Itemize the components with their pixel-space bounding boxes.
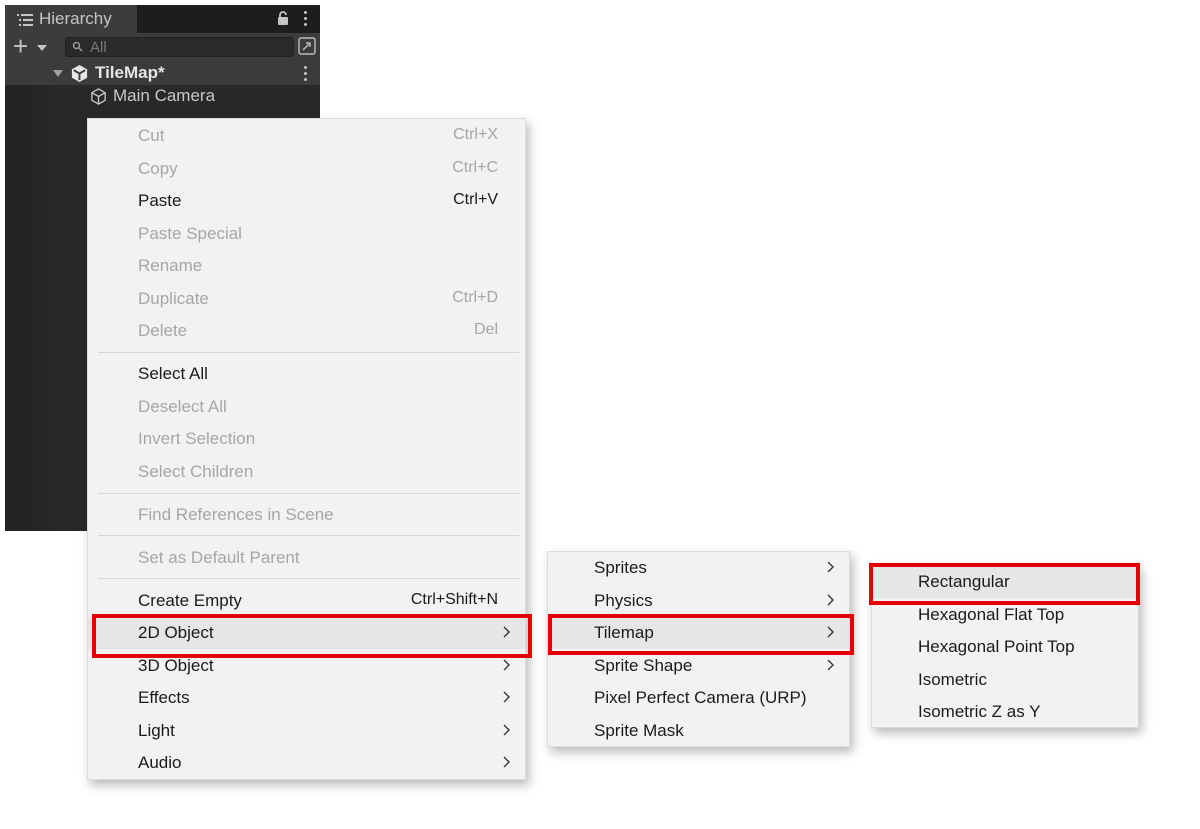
menu-separator	[98, 493, 519, 494]
menu-item-label: Isometric Z as Y	[918, 702, 1041, 721]
menu-item-label: Physics	[594, 591, 653, 610]
menu-item-select-all[interactable]: Select All	[88, 358, 525, 390]
menu-item-shortcut: Ctrl+C	[452, 159, 498, 176]
scene-name: TileMap*	[95, 63, 165, 82]
menu-item-label: Sprite Shape	[594, 656, 693, 675]
menu-item-label: Light	[138, 721, 175, 740]
chevron-right-icon	[503, 691, 510, 703]
menu-item-label: Sprites	[594, 558, 647, 577]
dropdown-caret-icon	[37, 45, 47, 51]
menu-item-label: Delete	[138, 321, 188, 340]
menu-item-create-empty[interactable]: Create Empty Ctrl+Shift+N	[88, 585, 525, 617]
scene-filter-icon[interactable]	[298, 37, 316, 55]
chevron-right-icon	[503, 756, 510, 768]
menu-item-shortcut: Ctrl+Shift+N	[410, 591, 498, 608]
menu-item-label: Pixel Perfect Camera (URP)	[594, 688, 807, 707]
highlight-box-2d-object	[92, 614, 532, 658]
menu-item-label: Create Empty	[138, 591, 242, 610]
menu-item-label: Effects	[138, 688, 190, 707]
menu-item-paste-special[interactable]: Paste Special	[88, 218, 525, 250]
hierarchy-toolbar: +	[5, 32, 320, 62]
menu-item-pixel-perfect-camera[interactable]: Pixel Perfect Camera (URP)	[548, 682, 849, 714]
menu-item-cut[interactable]: Cut Ctrl+X	[88, 120, 525, 152]
scene-options-icon[interactable]	[304, 66, 308, 82]
lock-icon[interactable]	[277, 11, 289, 25]
menu-item-label: Paste	[138, 191, 182, 210]
menu-item-isometric-z-as-y[interactable]: Isometric Z as Y	[872, 696, 1138, 728]
menu-item-label: Select Children	[138, 462, 254, 481]
menu-item-label: Sprite Mask	[594, 721, 684, 740]
menu-item-light[interactable]: Light	[88, 715, 525, 747]
menu-item-deselect-all[interactable]: Deselect All	[88, 391, 525, 423]
search-input[interactable]	[90, 38, 290, 56]
plus-icon: +	[13, 31, 29, 61]
menu-item-shortcut: Del	[473, 321, 498, 338]
menu-item-set-default-parent[interactable]: Set as Default Parent	[88, 542, 525, 574]
menu-separator	[98, 352, 519, 353]
menu-item-paste[interactable]: Paste Ctrl+V	[88, 185, 525, 217]
menu-item-label: Invert Selection	[138, 429, 256, 448]
menu-item-find-references[interactable]: Find References in Scene	[88, 499, 525, 531]
chevron-right-icon	[827, 561, 834, 573]
search-box	[65, 37, 294, 57]
search-icon	[72, 41, 83, 52]
menu-item-shortcut: Ctrl+D	[452, 289, 498, 306]
menu-item-delete[interactable]: Delete Del	[88, 315, 525, 347]
expand-triangle-icon[interactable]	[53, 70, 63, 77]
highlight-box-tilemap	[548, 614, 854, 655]
gameobject-cube-icon	[91, 88, 106, 105]
menu-separator	[98, 535, 519, 536]
chevron-right-icon	[827, 659, 834, 671]
menu-item-isometric[interactable]: Isometric	[872, 664, 1138, 696]
chevron-right-icon	[827, 594, 834, 606]
menu-item-label: Deselect All	[138, 397, 227, 416]
menu-item-hexagonal-point-top[interactable]: Hexagonal Point Top	[872, 631, 1138, 663]
menu-item-audio[interactable]: Audio	[88, 747, 525, 779]
menu-item-label: Duplicate	[138, 289, 209, 308]
menu-item-duplicate[interactable]: Duplicate Ctrl+D	[88, 283, 525, 315]
hierarchy-tab-bar: Hierarchy	[5, 5, 320, 33]
menu-item-label: Hexagonal Point Top	[918, 637, 1075, 656]
menu-separator	[98, 578, 519, 579]
menu-item-label: 3D Object	[138, 656, 214, 675]
menu-item-label: Cut	[138, 126, 165, 145]
menu-item-effects[interactable]: Effects	[88, 682, 525, 714]
hierarchy-gutter-inner	[33, 85, 50, 531]
context-menu: Cut Ctrl+X Copy Ctrl+C Paste Ctrl+V Past…	[87, 118, 526, 780]
menu-item-rename[interactable]: Rename	[88, 250, 525, 282]
menu-item-copy[interactable]: Copy Ctrl+C	[88, 153, 525, 185]
menu-item-label: Hexagonal Flat Top	[918, 605, 1065, 624]
menu-item-label: Isometric	[918, 670, 987, 689]
chevron-right-icon	[503, 659, 510, 671]
hierarchy-tab[interactable]: Hierarchy	[5, 5, 137, 33]
menu-item-sprite-mask[interactable]: Sprite Mask	[548, 715, 849, 747]
menu-item-shortcut: Ctrl+X	[453, 126, 498, 143]
menu-item-label: Select All	[138, 364, 208, 383]
menu-item-invert-selection[interactable]: Invert Selection	[88, 423, 525, 455]
highlight-box-rectangular	[869, 563, 1140, 605]
menu-item-select-children[interactable]: Select Children	[88, 456, 525, 488]
list-icon	[17, 14, 33, 26]
menu-item-label: Audio	[138, 753, 182, 772]
menu-item-label: Rename	[138, 256, 203, 275]
menu-item-label: Find References in Scene	[138, 505, 334, 524]
unity-scene-icon	[71, 64, 88, 83]
more-options-icon[interactable]	[304, 11, 308, 27]
hierarchy-gutter	[5, 85, 33, 531]
scene-row[interactable]: TileMap*	[5, 62, 320, 85]
menu-item-physics[interactable]: Physics	[548, 585, 849, 617]
list-item[interactable]: Main Camera	[5, 85, 320, 107]
menu-item-label: Set as Default Parent	[138, 548, 300, 567]
chevron-right-icon	[503, 724, 510, 736]
menu-item-label: Paste Special	[138, 224, 242, 243]
menu-item-label: Copy	[138, 159, 178, 178]
menu-item-shortcut: Ctrl+V	[453, 191, 498, 208]
menu-item-sprites[interactable]: Sprites	[548, 552, 849, 584]
main-camera-label: Main Camera	[113, 86, 216, 105]
create-button[interactable]: +	[13, 32, 53, 60]
hierarchy-tab-label: Hierarchy	[39, 9, 112, 28]
